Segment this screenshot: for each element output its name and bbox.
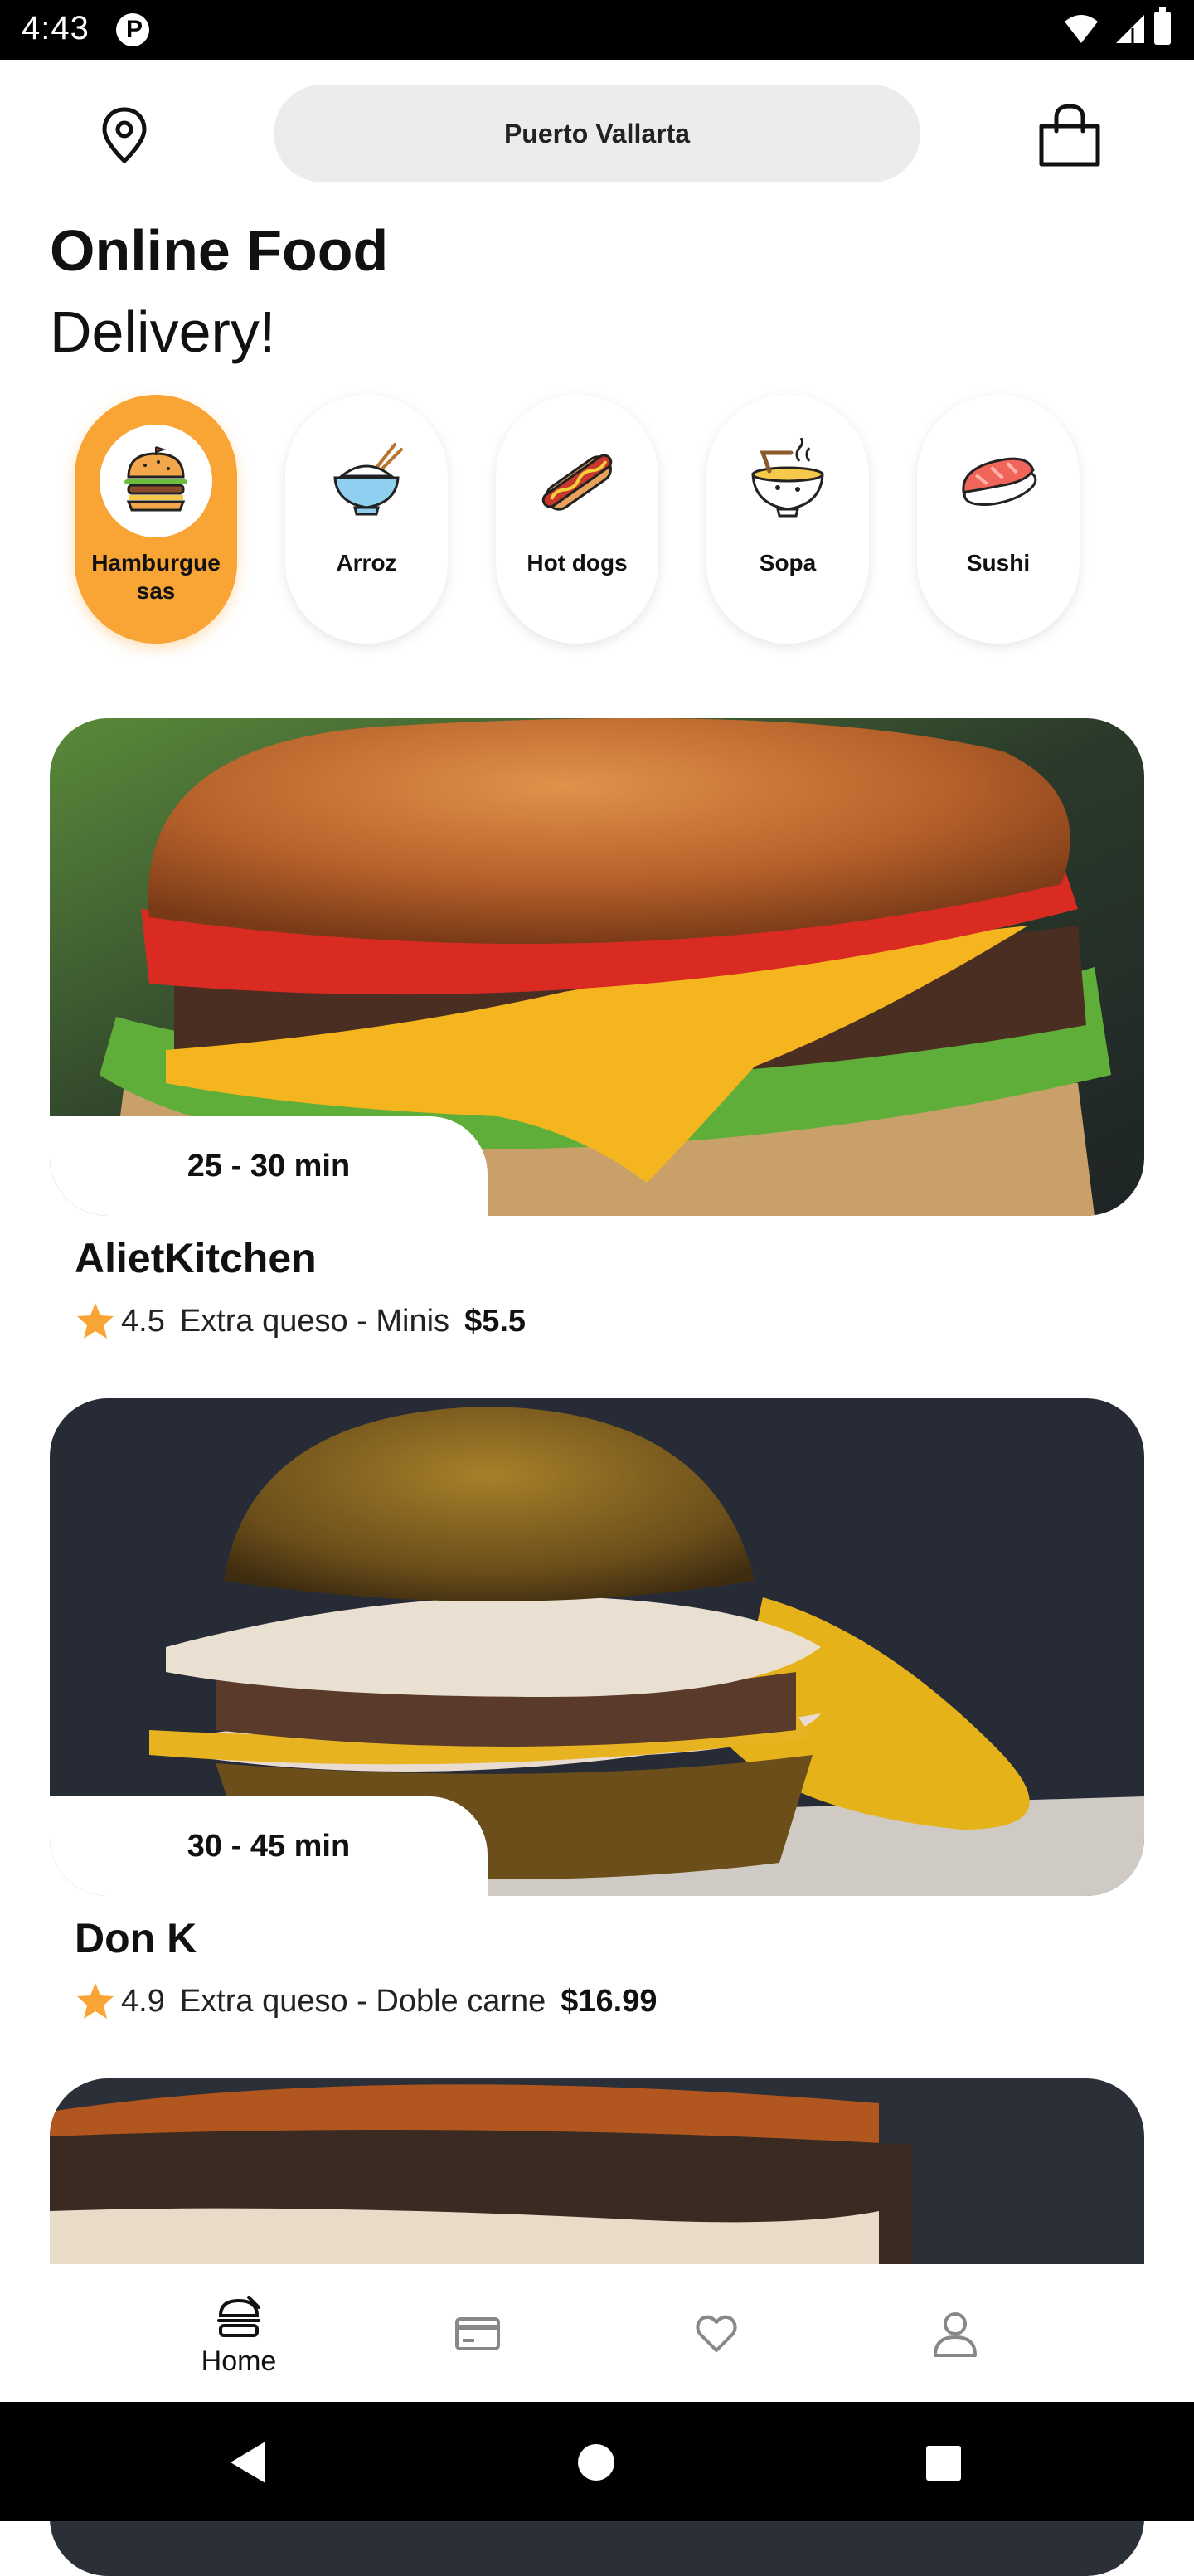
category-sopa[interactable]: Sopa xyxy=(706,395,869,644)
category-label: Sushi xyxy=(966,550,1031,576)
rice-bowl-icon xyxy=(333,443,403,516)
location-selector[interactable]: Puerto Vallarta xyxy=(274,85,920,182)
heart-icon xyxy=(696,2315,737,2352)
restaurant-rating: 4.5 xyxy=(121,1303,165,1339)
category-sushi[interactable]: Sushi xyxy=(917,395,1080,644)
star-icon xyxy=(77,1983,114,2019)
card-icon xyxy=(455,2317,500,2350)
category-label: Hamburguesas xyxy=(91,550,221,604)
nav-favorites[interactable] xyxy=(633,2264,799,2402)
category-hot-dogs[interactable]: Hot dogs xyxy=(496,395,658,644)
sushi-icon xyxy=(962,457,1037,507)
category-label: Hot dogs xyxy=(527,550,628,576)
map-pin-icon[interactable] xyxy=(100,106,149,164)
burger-icon xyxy=(124,446,187,512)
nav-home-label: Home xyxy=(201,2345,277,2377)
bottom-nav: Home xyxy=(0,2264,1194,2402)
home-icon xyxy=(217,2296,260,2337)
restaurant-rating: 4.9 xyxy=(121,1983,165,2019)
home-button-icon[interactable] xyxy=(577,2443,615,2481)
back-icon[interactable] xyxy=(227,2440,269,2485)
delivery-time-badge: 25 - 30 min xyxy=(50,1116,488,1216)
delivery-time-badge: 30 - 45 min xyxy=(50,1796,488,1896)
category-arroz[interactable]: Arroz xyxy=(285,395,448,644)
app-notification-letter: P xyxy=(126,16,143,43)
restaurant-description: Extra queso - Minis xyxy=(179,1303,450,1339)
star-icon xyxy=(77,1303,114,1339)
nav-home[interactable]: Home xyxy=(156,2264,322,2402)
location-text: Puerto Vallarta xyxy=(503,118,691,148)
category-hamburguesas[interactable]: Hamburguesas xyxy=(75,395,237,644)
category-label: Sopa xyxy=(759,550,817,576)
category-label: Arroz xyxy=(336,550,397,576)
app-notification-icon: P xyxy=(116,13,149,46)
restaurant-description: Extra queso - Doble carne xyxy=(179,1983,546,2019)
battery-icon xyxy=(1154,7,1171,45)
nav-cards[interactable] xyxy=(395,2264,561,2402)
user-icon xyxy=(934,2312,977,2357)
restaurant-price: $5.5 xyxy=(464,1303,527,1339)
status-bar: 4:43 P xyxy=(0,0,1194,60)
restaurant-name[interactable]: Don K xyxy=(75,1914,197,1962)
restaurant-name[interactable]: AlietKitchen xyxy=(75,1234,317,1282)
nav-profile[interactable] xyxy=(872,2264,1038,2402)
wifi-icon xyxy=(1065,15,1098,43)
restaurant-meta: 4.9 Extra queso - Doble carne $16.99 xyxy=(75,1981,658,2022)
page-title: Online Food xyxy=(50,218,389,283)
restaurant-price: $16.99 xyxy=(561,1983,658,2019)
page-subtitle: Delivery! xyxy=(50,299,276,364)
signal-icon xyxy=(1116,15,1144,43)
system-nav-bar xyxy=(0,2402,1194,2521)
hot-dog-icon xyxy=(541,454,613,511)
shopping-bag-icon[interactable] xyxy=(1035,103,1104,168)
status-time: 4:43 xyxy=(22,10,90,46)
recents-icon[interactable] xyxy=(925,2445,962,2481)
restaurant-meta: 4.5 Extra queso - Minis $5.5 xyxy=(75,1300,526,1342)
soup-bowl-icon xyxy=(751,438,824,518)
